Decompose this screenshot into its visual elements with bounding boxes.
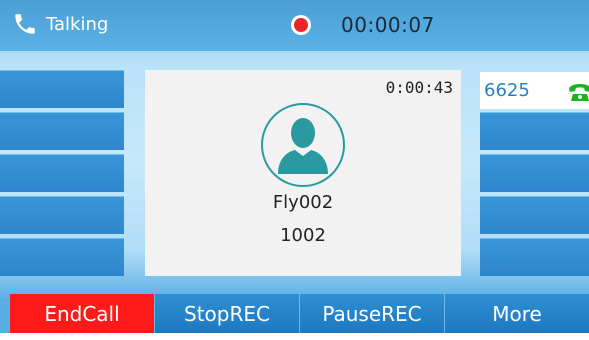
line-key-left-5[interactable] — [0, 238, 124, 276]
more-button[interactable]: More — [444, 294, 589, 333]
end-call-button[interactable]: EndCall — [10, 294, 154, 333]
call-status-label: Talking — [46, 13, 109, 35]
line-key-left-4[interactable] — [0, 196, 124, 234]
line-key-right-5[interactable] — [480, 238, 589, 276]
line-key-right-2[interactable] — [480, 112, 589, 150]
phone-handset-icon — [15, 14, 35, 34]
line-key-right-4[interactable] — [480, 196, 589, 234]
phone-screen: Talking 00:00:07 6625 0:00:43 Fly002 100… — [0, 0, 589, 333]
contact-name: Fly002 — [272, 192, 334, 213]
call-info-panel: 0:00:43 Fly002 1002 — [145, 70, 461, 276]
record-dot-icon — [291, 15, 311, 35]
registered-line-icon — [569, 84, 589, 101]
line-key-right-3[interactable] — [480, 154, 589, 192]
line-key-left-1[interactable] — [0, 70, 124, 108]
line-key-account[interactable]: 6625 — [480, 72, 589, 109]
contact-number: 1002 — [280, 225, 326, 246]
contact-avatar — [261, 103, 345, 187]
recording-timer: 00:00:07 — [341, 13, 435, 37]
status-bar: Talking 00:00:07 — [0, 0, 589, 51]
call-status: Talking — [12, 11, 108, 37]
stop-recording-button[interactable]: StopREC — [154, 294, 299, 333]
softkey-bar: EndCall StopREC PauseREC More — [10, 294, 589, 333]
contact-avatar-icon — [278, 118, 328, 174]
pause-recording-button[interactable]: PauseREC — [299, 294, 444, 333]
account-label: 6625 — [484, 80, 530, 101]
recording-indicator: 00:00:07 — [291, 13, 435, 37]
call-duration: 0:00:43 — [385, 78, 453, 97]
line-key-left-2[interactable] — [0, 112, 124, 150]
line-key-left-3[interactable] — [0, 154, 124, 192]
